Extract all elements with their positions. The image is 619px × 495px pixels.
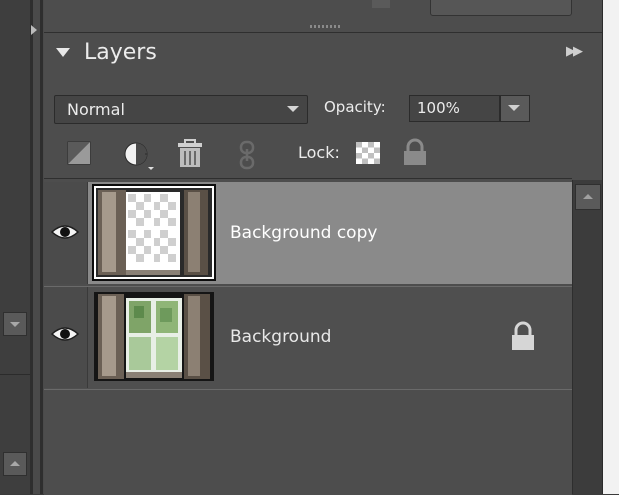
new-layer-icon[interactable] (67, 141, 91, 165)
link-icon[interactable] (238, 140, 256, 170)
panel-resize-grip[interactable] (310, 25, 340, 28)
eye-icon[interactable] (50, 322, 80, 346)
chevron-down-icon (508, 105, 520, 111)
padlock-icon[interactable] (401, 138, 429, 166)
scroll-up-button[interactable] (575, 184, 601, 210)
blend-mode-value: Normal (67, 100, 125, 119)
trash-icon[interactable] (176, 139, 204, 169)
left-scroll-down-button[interactable] (3, 312, 27, 336)
layer-name[interactable]: Background (230, 326, 331, 348)
panel-divider[interactable] (40, 0, 43, 494)
layer-name[interactable]: Background copy (230, 222, 377, 244)
previous-panel-button[interactable] (430, 0, 572, 16)
checkerboard-icon[interactable] (356, 142, 380, 164)
layer-thumbnail-background-copy (92, 184, 216, 281)
layers-scrollbar[interactable] (572, 180, 603, 494)
panel-title: Layers (84, 40, 157, 65)
padlock-icon (512, 321, 534, 350)
left-dock-panel (0, 0, 30, 494)
double-chevron-right-icon[interactable]: ▶▶ (566, 44, 583, 59)
adjustment-layer-icon[interactable] (122, 141, 154, 171)
dock-divider[interactable] (30, 0, 33, 494)
layer-thumbnail-background (94, 292, 214, 381)
left-section-divider (0, 374, 30, 375)
lock-label: Lock: (298, 143, 340, 162)
collapse-dock-arrow-icon[interactable] (31, 25, 37, 35)
window-edge (602, 0, 619, 494)
eye-icon[interactable] (50, 220, 80, 244)
opacity-value: 100% (417, 99, 460, 117)
opacity-label: Opacity: (324, 98, 386, 116)
left-scroll-up-button[interactable] (3, 452, 27, 476)
triangle-down-icon[interactable] (56, 48, 70, 57)
chevron-down-icon (287, 106, 299, 112)
previous-panel-icon[interactable] (372, 0, 390, 8)
